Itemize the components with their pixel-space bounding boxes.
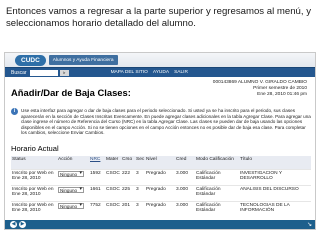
info-icon: i (11, 108, 18, 115)
cell-title: INVESTIGACION Y DESARROLLO (239, 168, 311, 185)
cell-credits: 3.000 (175, 184, 195, 201)
cell-course: 222 (121, 168, 135, 185)
page-title: Añadir/Dar de Baja Clases: (11, 87, 131, 98)
go-button[interactable]: Ir (59, 69, 69, 76)
cell-grade-mode: Calificación Estándar (195, 184, 239, 201)
table-row: Inscrito por Web en Ene 28, 2010 Ninguno… (11, 200, 311, 217)
cell-credits: 3.000 (175, 200, 195, 217)
cell-action: Ninguno (57, 200, 89, 217)
menu-link-help[interactable]: AYUDA (153, 70, 169, 75)
cell-course: 201 (121, 200, 135, 217)
cell-level: Pregrado (145, 168, 175, 185)
table-row: Inscrito por Web en Ene 28, 2010 Ninguno… (11, 168, 311, 185)
col-course: Crso (121, 156, 135, 169)
datetime-line: Ene 28, 2010 01:46 pm (257, 92, 307, 97)
cell-grade-mode: Calificación Estándar (195, 168, 239, 185)
col-subject: Mater (105, 156, 121, 169)
user-info: 000143869 ALUMNO V. GIRALDO CAMBIO Prime… (213, 80, 307, 98)
corner-arrow-icon: ↘ (306, 222, 312, 228)
action-select[interactable]: Ninguno (58, 186, 84, 193)
col-section: Sec (135, 156, 145, 169)
top-strip: CUDC Alumnos y Ayuda Financiera (5, 53, 315, 67)
action-select[interactable]: Ninguno (58, 202, 84, 209)
cell-status: Inscrito por Web en Ene 28, 2010 (11, 184, 57, 201)
cell-action: Ninguno (57, 184, 89, 201)
cell-status: Inscrito por Web en Ene 28, 2010 (11, 200, 57, 217)
cell-nrc: 7752 (89, 200, 105, 217)
browser-screenshot: CUDC Alumnos y Ayuda Financiera Buscar I… (4, 52, 316, 230)
menu-bar: Buscar Ir MAPA DEL SITIO AYUDA SALIR (5, 67, 315, 77)
col-grade-mode: Modo Calificación (195, 156, 239, 169)
search-input[interactable] (29, 69, 58, 76)
cell-level: Pregrado (145, 184, 175, 201)
cell-title: ANALISIS DEL DISCURSO (239, 184, 311, 201)
menu-links: MAPA DEL SITIO AYUDA SALIR (111, 70, 188, 75)
schedule-table: Status Acción NRC Mater Crso Sec Nivel C… (11, 156, 311, 217)
cell-status: Inscrito por Web en Ene 28, 2010 (11, 168, 57, 185)
col-action: Acción (57, 156, 89, 169)
menu-link-sitemap[interactable]: MAPA DEL SITIO (111, 70, 148, 75)
cell-nrc: 1661 (89, 184, 105, 201)
cell-subject: CSOC (105, 200, 121, 217)
cell-grade-mode: Calificación Estándar (195, 200, 239, 217)
cell-subject: CSOC (105, 168, 121, 185)
next-button[interactable]: ▶ (19, 221, 26, 228)
cell-action: Ninguno (57, 168, 89, 185)
col-status: Status (11, 156, 57, 169)
cell-section: 3 (135, 184, 145, 201)
col-credits: Cred (175, 156, 195, 169)
prev-button[interactable]: ◀ (10, 221, 17, 228)
col-nrc[interactable]: NRC (89, 156, 105, 169)
col-level: Nivel (145, 156, 175, 169)
next-icon: ▶ (20, 221, 25, 227)
table-row: Inscrito por Web en Ene 28, 2010 Ninguno… (11, 184, 311, 201)
prev-icon: ◀ (11, 221, 16, 227)
instruction-text: Entonces vamos a regresar a la parte sup… (6, 6, 312, 29)
cell-nrc: 1592 (89, 168, 105, 185)
action-select[interactable]: Ninguno (58, 170, 84, 177)
cell-course: 225 (121, 184, 135, 201)
menu-link-logout[interactable]: SALIR (174, 70, 188, 75)
table-header-row: Status Acción NRC Mater Crso Sec Nivel C… (11, 156, 311, 169)
info-box: i Use esta interfaz para agregar o dar d… (11, 108, 311, 136)
col-title: Título (239, 156, 311, 169)
cell-section: 3 (135, 200, 145, 217)
section-title: Horario Actual (11, 144, 59, 153)
search-label: Buscar (11, 69, 27, 76)
slide-nav-bar: ◀ ▶ ↘ (5, 220, 315, 229)
cell-level: Pregrado (145, 200, 175, 217)
site-logo[interactable]: CUDC (15, 54, 46, 66)
info-text: Use esta interfaz para agregar o dar de … (21, 108, 311, 136)
slide-nav-buttons: ◀ ▶ (10, 221, 26, 228)
tab-alumnos[interactable]: Alumnos y Ayuda Financiera (48, 55, 118, 65)
cell-section: 3 (135, 168, 145, 185)
cell-title: TECNOLOGIAS DE LA INFORMACIÓN (239, 200, 311, 217)
cell-subject: CSOC (105, 184, 121, 201)
cell-credits: 3.000 (175, 168, 195, 185)
